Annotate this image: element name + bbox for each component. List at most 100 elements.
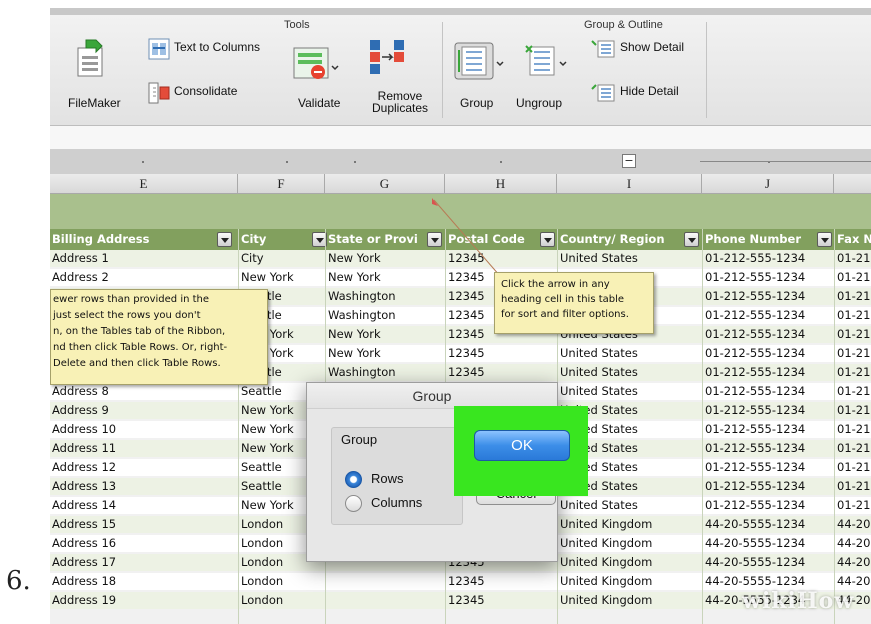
cell-billing-address[interactable]: Address 13: [50, 478, 236, 495]
filter-dropdown-icon[interactable]: [540, 232, 555, 247]
cell-phone[interactable]: 44-20-5555-1234: [703, 535, 833, 552]
cell-fax[interactable]: 01-21: [835, 383, 871, 400]
cell-phone[interactable]: 01-212-555-1234: [703, 459, 833, 476]
cell-state[interactable]: [326, 573, 444, 590]
consolidate-icon[interactable]: [148, 82, 170, 104]
column-header-h[interactable]: H: [445, 174, 557, 194]
ok-button[interactable]: OK: [474, 430, 570, 461]
filter-dropdown-icon[interactable]: [817, 232, 832, 247]
remove-duplicates-label[interactable]: Remove Duplicates: [366, 90, 434, 114]
text-to-columns-label[interactable]: Text to Columns: [174, 40, 260, 54]
cell-fax[interactable]: 01-21: [835, 459, 871, 476]
filter-dropdown-icon[interactable]: [684, 232, 699, 247]
cell-city[interactable]: London: [239, 592, 323, 609]
cell-billing-address[interactable]: Address 11: [50, 440, 236, 457]
cell-billing-address[interactable]: Address 18: [50, 573, 236, 590]
cell-fax[interactable]: 01-21: [835, 440, 871, 457]
cell-country[interactable]: United Kingdom: [558, 592, 701, 609]
cell-country[interactable]: United States: [558, 497, 701, 514]
cell-phone[interactable]: 01-212-555-1234: [703, 307, 833, 324]
cell-country[interactable]: United Kingdom: [558, 554, 701, 571]
cell-state[interactable]: [326, 592, 444, 609]
consolidate-label[interactable]: Consolidate: [174, 84, 237, 98]
columns-radio[interactable]: [345, 495, 362, 512]
cell-phone[interactable]: 01-212-555-1234: [703, 250, 833, 267]
validate-label[interactable]: Validate: [298, 96, 340, 110]
cell-phone[interactable]: 01-212-555-1234: [703, 269, 833, 286]
cell-phone[interactable]: 01-212-555-1234: [703, 364, 833, 381]
cell-country[interactable]: United Kingdom: [558, 535, 701, 552]
filemaker-label[interactable]: FileMaker: [68, 96, 121, 110]
cell-state[interactable]: Washington: [326, 288, 444, 305]
columns-radio-label[interactable]: Columns: [371, 495, 422, 510]
cell-fax[interactable]: 01-21: [835, 269, 871, 286]
cell-state[interactable]: New York: [326, 250, 444, 267]
cell-fax[interactable]: 01-21: [835, 478, 871, 495]
cell-fax[interactable]: 01-21: [835, 345, 871, 362]
cell-state[interactable]: Washington: [326, 364, 444, 381]
cell-city[interactable]: London: [239, 573, 323, 590]
group-label[interactable]: Group: [460, 96, 493, 110]
cell-postal-code[interactable]: 12345: [446, 592, 556, 609]
show-detail-label[interactable]: Show Detail: [620, 40, 684, 54]
cell-fax[interactable]: 01-21: [835, 307, 871, 324]
cell-postal-code[interactable]: 12345: [446, 345, 556, 362]
filemaker-icon[interactable]: [72, 38, 114, 82]
show-detail-icon[interactable]: [590, 38, 616, 60]
cell-fax[interactable]: 01-21: [835, 497, 871, 514]
hide-detail-label[interactable]: Hide Detail: [620, 84, 679, 98]
cell-phone[interactable]: 01-212-555-1234: [703, 326, 833, 343]
cell-city[interactable]: City: [239, 250, 323, 267]
cell-phone[interactable]: 01-212-555-1234: [703, 440, 833, 457]
cell-fax[interactable]: 44-20: [835, 554, 871, 571]
column-header-i[interactable]: I: [557, 174, 702, 194]
cell-phone[interactable]: 01-212-555-1234: [703, 383, 833, 400]
cell-phone[interactable]: 44-20-5555-1234: [703, 516, 833, 533]
rows-radio[interactable]: [345, 471, 362, 488]
column-header-e[interactable]: E: [50, 174, 238, 194]
cell-phone[interactable]: 01-212-555-1234: [703, 497, 833, 514]
column-header-g[interactable]: G: [325, 174, 445, 194]
cell-billing-address[interactable]: Address 14: [50, 497, 236, 514]
remove-duplicates-icon[interactable]: [366, 38, 410, 80]
cell-fax[interactable]: 01-21: [835, 421, 871, 438]
cell-billing-address[interactable]: Address 12: [50, 459, 236, 476]
cell-phone[interactable]: 01-212-555-1234: [703, 421, 833, 438]
cell-country[interactable]: United States: [558, 345, 701, 362]
cell-state[interactable]: New York: [326, 345, 444, 362]
cell-postal-code[interactable]: 12345: [446, 573, 556, 590]
cell-fax[interactable]: 44-20: [835, 516, 871, 533]
cell-city[interactable]: New York: [239, 269, 323, 286]
cell-postal-code[interactable]: 12345: [446, 364, 556, 381]
validate-icon[interactable]: [292, 44, 340, 84]
cell-billing-address[interactable]: Address 8: [50, 383, 236, 400]
ungroup-icon[interactable]: [522, 42, 572, 82]
cell-country[interactable]: United Kingdom: [558, 516, 701, 533]
cell-phone[interactable]: 44-20-5555-1234: [703, 554, 833, 571]
cell-country[interactable]: United States: [558, 250, 701, 267]
cell-billing-address[interactable]: Address 2: [50, 269, 236, 286]
cell-state[interactable]: Washington: [326, 307, 444, 324]
cell-phone[interactable]: 01-212-555-1234: [703, 288, 833, 305]
hide-detail-icon[interactable]: [590, 82, 616, 104]
cell-billing-address[interactable]: Address 10: [50, 421, 236, 438]
cell-phone[interactable]: 01-212-555-1234: [703, 478, 833, 495]
cell-country[interactable]: United States: [558, 364, 701, 381]
filter-dropdown-icon[interactable]: [217, 232, 232, 247]
cell-state[interactable]: New York: [326, 269, 444, 286]
cell-billing-address[interactable]: Address 17: [50, 554, 236, 571]
cell-billing-address[interactable]: Address 1: [50, 250, 236, 267]
column-header-f[interactable]: F: [238, 174, 325, 194]
cell-fax[interactable]: 01-21: [835, 402, 871, 419]
collapse-outline-button[interactable]: −: [622, 154, 636, 168]
cell-fax[interactable]: 01-21: [835, 326, 871, 343]
cell-phone[interactable]: 01-212-555-1234: [703, 402, 833, 419]
cell-fax[interactable]: 44-20: [835, 535, 871, 552]
group-icon[interactable]: [454, 42, 504, 82]
cell-fax[interactable]: 01-21: [835, 364, 871, 381]
cell-country[interactable]: United States: [558, 383, 701, 400]
text-to-columns-icon[interactable]: [148, 38, 170, 60]
cell-fax[interactable]: 01-21: [835, 250, 871, 267]
cell-billing-address[interactable]: Address 16: [50, 535, 236, 552]
cell-billing-address[interactable]: Address 19: [50, 592, 236, 609]
